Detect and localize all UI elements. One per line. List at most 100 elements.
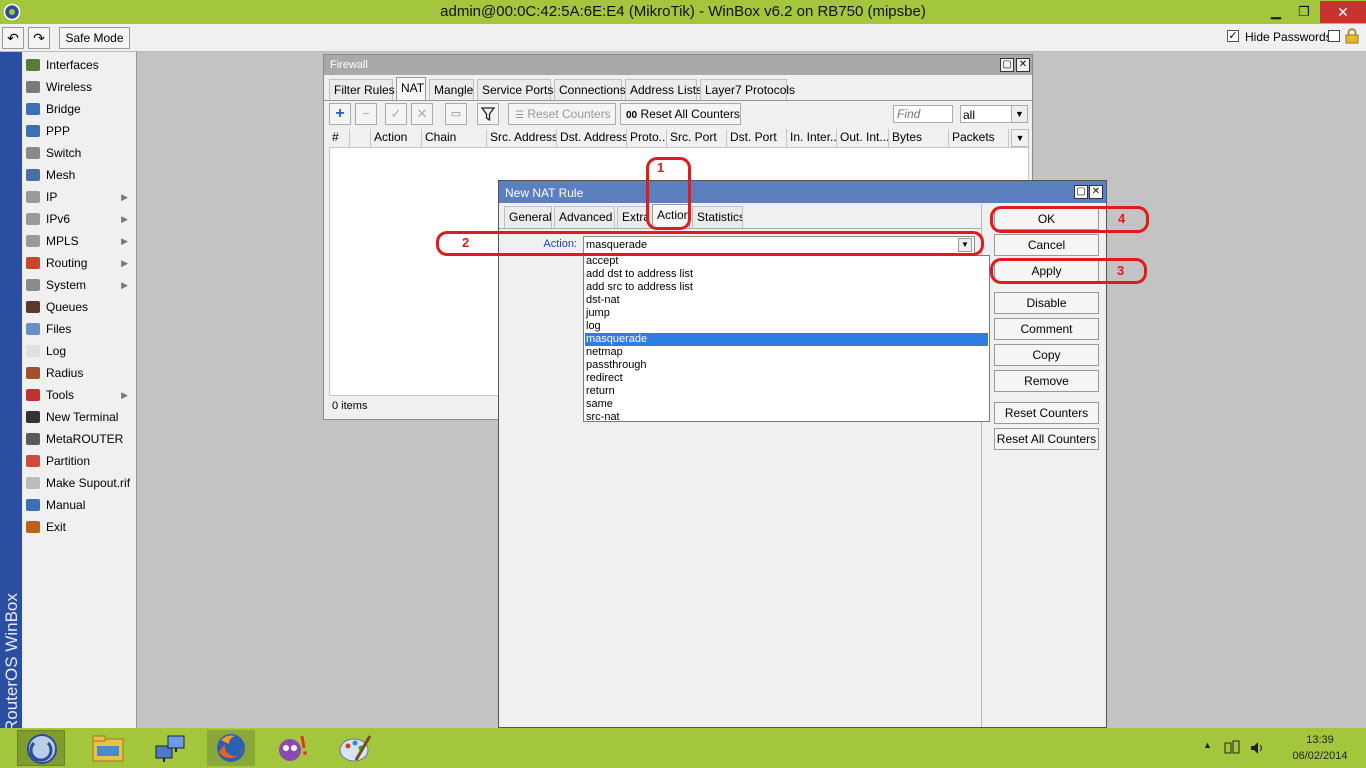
column-header[interactable]: Proto...: [627, 129, 667, 147]
sidebar-item-system[interactable]: System ▶: [22, 274, 136, 296]
disable-icon[interactable]: ✕: [411, 103, 433, 125]
sidebar-item-mpls[interactable]: MPLS ▶: [22, 230, 136, 252]
minimize-button[interactable]: ▁: [1262, 1, 1290, 23]
messenger-taskbar-button[interactable]: [268, 730, 316, 766]
reset-all-counters-button[interactable]: 00 Reset All Counters: [620, 103, 741, 125]
add-icon[interactable]: +: [329, 103, 351, 125]
tab-service-ports[interactable]: Service Ports: [477, 79, 553, 101]
action-option-same[interactable]: same: [585, 398, 988, 411]
disable-button[interactable]: Disable: [994, 292, 1099, 314]
column-header[interactable]: Out. Int...: [837, 129, 889, 147]
reset-all-counters-button[interactable]: Reset All Counters: [994, 428, 1099, 450]
enable-icon[interactable]: ✓: [385, 103, 407, 125]
action-option-src-nat[interactable]: src-nat: [585, 411, 988, 424]
clock-date: 06/02/2014: [1292, 750, 1348, 762]
tab-address-lists[interactable]: Address Lists: [625, 79, 702, 101]
maximize-button[interactable]: ❐: [1290, 1, 1318, 23]
sidebar-item-ipv6[interactable]: IPv6 ▶: [22, 208, 136, 230]
reset-counters-button[interactable]: Reset Counters: [994, 402, 1099, 424]
action-option-redirect[interactable]: redirect: [585, 372, 988, 385]
sidebar-item-log[interactable]: Log: [22, 340, 136, 362]
close-button[interactable]: ✕: [1320, 1, 1366, 23]
cancel-button[interactable]: Cancel: [994, 234, 1099, 256]
sidebar-item-ip[interactable]: IP ▶: [22, 186, 136, 208]
sidebar-item-partition[interactable]: Partition: [22, 450, 136, 472]
copy-button[interactable]: Copy: [994, 344, 1099, 366]
action-option-masquerade[interactable]: masquerade: [585, 333, 988, 346]
column-header[interactable]: In. Inter...: [787, 129, 837, 147]
network-status-icon[interactable]: [1224, 740, 1240, 756]
action-option-accept[interactable]: accept: [585, 255, 988, 268]
sidebar-item-mesh[interactable]: Mesh: [22, 164, 136, 186]
sidebar-item-exit[interactable]: Exit: [22, 516, 136, 538]
sidebar-item-manual[interactable]: Manual: [22, 494, 136, 516]
find-input[interactable]: [893, 105, 953, 123]
nat-tab-general[interactable]: General: [504, 206, 552, 228]
sidebar-item-metarouter[interactable]: MetaROUTER: [22, 428, 136, 450]
column-header[interactable]: Src. Port: [667, 129, 727, 147]
column-header[interactable]: Packets: [949, 129, 1009, 147]
filter-icon[interactable]: [477, 103, 499, 125]
firewall-maximize-button[interactable]: ▢: [1000, 58, 1014, 72]
sidebar-item-wireless[interactable]: Wireless: [22, 76, 136, 98]
action-option-dst-nat[interactable]: dst-nat: [585, 294, 988, 307]
sidebar-item-bridge[interactable]: Bridge: [22, 98, 136, 120]
tab-connections[interactable]: Connections: [554, 79, 626, 101]
sidebar-item-make-supout-rif[interactable]: Make Supout.rif: [22, 472, 136, 494]
column-header[interactable]: Src. Address: [487, 129, 557, 147]
column-header[interactable]: Dst. Address: [557, 129, 627, 147]
volume-icon[interactable]: [1249, 740, 1265, 756]
column-menu-chevron-icon[interactable]: ▼: [1011, 129, 1029, 147]
firewall-close-button[interactable]: ✕: [1016, 58, 1030, 72]
column-header[interactable]: Dst. Port: [727, 129, 787, 147]
filter-select[interactable]: all ▼: [960, 105, 1028, 123]
sidebar-item-routing[interactable]: Routing ▶: [22, 252, 136, 274]
hide-passwords-checkbox[interactable]: ✓: [1227, 30, 1239, 42]
column-header[interactable]: #: [329, 129, 350, 147]
tab-filter-rules[interactable]: Filter Rules: [329, 79, 395, 101]
safe-mode-button[interactable]: Safe Mode: [59, 27, 130, 49]
file-explorer-taskbar-button[interactable]: [84, 730, 132, 766]
remove-icon[interactable]: −: [355, 103, 377, 125]
sidebar-item-new-terminal[interactable]: New Terminal: [22, 406, 136, 428]
action-option-add-dst-to-address-list[interactable]: add dst to address list: [585, 268, 988, 281]
action-option-log[interactable]: log: [585, 320, 988, 333]
sidebar-item-ppp[interactable]: PPP: [22, 120, 136, 142]
nat-tab-advanced[interactable]: Advanced: [554, 206, 615, 228]
paint-taskbar-button[interactable]: [330, 730, 378, 766]
reset-counters-button[interactable]: ☰ Reset Counters: [508, 103, 616, 125]
undo-button[interactable]: ↶: [2, 27, 24, 49]
comment-icon[interactable]: ▭: [445, 103, 467, 125]
sidebar-item-files[interactable]: Files: [22, 318, 136, 340]
tab-nat[interactable]: NAT: [396, 77, 426, 101]
nat-tab-statistics[interactable]: Statistics: [692, 206, 743, 228]
action-option-passthrough[interactable]: passthrough: [585, 359, 988, 372]
nat-close-button[interactable]: ✕: [1089, 185, 1103, 199]
action-option-add-src-to-address-list[interactable]: add src to address list: [585, 281, 988, 294]
redo-button[interactable]: ↷: [28, 27, 50, 49]
sidebar-item-radius[interactable]: Radius: [22, 362, 136, 384]
column-header[interactable]: Bytes: [889, 129, 949, 147]
sidebar-item-interfaces[interactable]: Interfaces: [22, 54, 136, 76]
column-header[interactable]: [350, 129, 371, 147]
sidebar-item-tools[interactable]: Tools ▶: [22, 384, 136, 406]
nat-maximize-button[interactable]: ▢: [1074, 185, 1088, 199]
winbox-taskbar-button[interactable]: [17, 730, 65, 766]
hide-passwords-label: Hide Passwords: [1245, 30, 1332, 44]
action-option-netmap[interactable]: netmap: [585, 346, 988, 359]
tab-mangle[interactable]: Mangle: [429, 79, 474, 101]
column-header[interactable]: Chain: [422, 129, 487, 147]
sidebar-item-queues[interactable]: Queues: [22, 296, 136, 318]
sidebar-item-switch[interactable]: Switch: [22, 142, 136, 164]
tab-layer7-protocols[interactable]: Layer7 Protocols: [700, 79, 795, 101]
network-taskbar-button[interactable]: [146, 730, 194, 766]
remove-button[interactable]: Remove: [994, 370, 1099, 392]
show-hidden-icons-button[interactable]: ▲: [1203, 740, 1212, 750]
firefox-taskbar-button[interactable]: [207, 730, 255, 766]
column-header[interactable]: Action: [371, 129, 422, 147]
queues-icon: [26, 301, 40, 313]
action-option-jump[interactable]: jump: [585, 307, 988, 320]
comment-button[interactable]: Comment: [994, 318, 1099, 340]
status-box: [1328, 30, 1340, 42]
action-option-return[interactable]: return: [585, 385, 988, 398]
